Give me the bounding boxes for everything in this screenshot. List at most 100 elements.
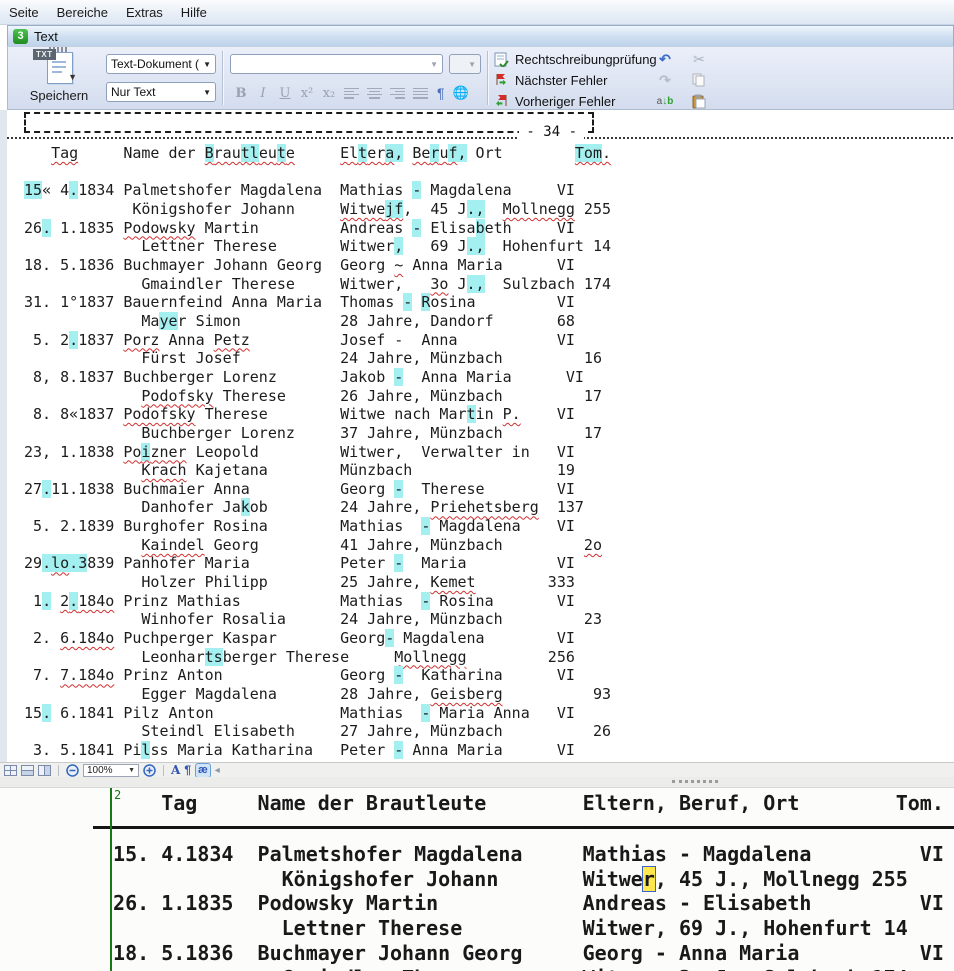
save-button[interactable]: TXT ▼ Speichern	[14, 49, 104, 107]
menu-seite[interactable]: Seite	[0, 2, 48, 23]
superscript-button[interactable]: x²	[296, 86, 318, 101]
pane-splitter[interactable]	[0, 777, 954, 788]
text-line: Podofsky Therese 26 Jahre, Münzbach 17	[24, 387, 954, 406]
text-line: 15. 6.1841 Pilz Anton Mathias - Maria An…	[24, 704, 954, 723]
page-break-frame: - 34 -	[24, 112, 594, 133]
font-properties-button[interactable]: A	[171, 763, 180, 777]
statusbar-separator	[163, 765, 164, 776]
replace-ab-icon[interactable]: a↓b	[656, 92, 674, 110]
text-line: Gmaindler Therese Witwer, 3o J., Sulzbac…	[24, 275, 954, 294]
text-line	[24, 163, 954, 182]
save-format-select[interactable]: Text-Dokument (▼	[106, 54, 216, 74]
source-image-pane[interactable]: Tag Name der Brautleute Eltern, Beruf, O…	[0, 788, 954, 971]
zone-number: 2	[114, 788, 121, 802]
next-error-button[interactable]: Nächster Fehler	[493, 70, 607, 91]
align-justify-icon[interactable]	[413, 88, 428, 99]
text-line: Königshofer Johann Witwer, 45 J., Mollne…	[101, 867, 944, 892]
text-editor-area[interactable]: - 34 - Tag Name der Brautleute Eltera, B…	[0, 110, 954, 762]
chevron-down-icon: ▼	[128, 767, 135, 774]
splitter-grip-icon	[672, 780, 718, 783]
formatting-marks-icon[interactable]: ¶	[437, 85, 445, 101]
subscript-button[interactable]: x₂	[318, 86, 340, 101]
editor-status-bar: 100%▼ A ¶ æ ◂	[0, 762, 954, 777]
zoom-in-button[interactable]	[143, 764, 156, 777]
previous-error-flag-icon	[493, 94, 509, 110]
spellcheck-icon	[493, 52, 509, 68]
italic-button[interactable]: I	[252, 86, 274, 101]
text-line: Egger Magdalena 28 Jahre, Geisberg 93	[24, 685, 954, 704]
text-line: 2. 6.184o Puchperger Kaspar Georg- Magda…	[24, 629, 954, 648]
previous-error-button[interactable]: Vorheriger Fehler	[493, 91, 615, 112]
format-buttons-row: B I U x² x₂ ¶ 🌐	[230, 85, 472, 101]
scan-text-lines: 15. 4.1834 Palmetshofer Magdalena Mathia…	[0, 842, 944, 971]
save-button-label: Speichern	[14, 88, 104, 103]
text-line: Steindl Elisabeth 27 Jahre, Münzbach 26	[24, 722, 954, 741]
menu-bereiche[interactable]: Bereiche	[48, 2, 117, 23]
text-line: Lettner Therese Witwer, 69 J., Hohenfurt…	[101, 916, 944, 941]
menu-hilfe[interactable]: Hilfe	[172, 2, 216, 23]
panel-number-badge: 3	[13, 29, 28, 44]
chevron-down-icon: ▼	[203, 60, 211, 69]
text-line: 5. 2.1839 Burghofer Rosina Mathias - Mag…	[24, 517, 954, 536]
layout-grid-icon[interactable]	[4, 764, 17, 777]
scan-header-rule	[93, 826, 954, 829]
chevron-down-icon: ▼	[468, 60, 476, 69]
layout-columns-icon[interactable]	[38, 764, 51, 777]
text-line: Danhofer Jakob 24 Jahre, Priehetsberg 13…	[24, 498, 954, 517]
spellcheck-button[interactable]: Rechtschreibungprüfung	[493, 49, 657, 70]
menu-bar: Seite Bereiche Extras Hilfe	[0, 0, 954, 25]
text-line: Winhofer Rosalia 24 Jahre, Münzbach 23	[24, 610, 954, 629]
paste-icon[interactable]	[690, 92, 708, 110]
save-dropdown-caret[interactable]: ▼	[68, 72, 77, 82]
text-line: 23, 1.1838 Poizner Leopold Witwer, Verwa…	[24, 443, 954, 462]
underline-button[interactable]: U	[274, 86, 296, 101]
text-toolbar: TXT ▼ Speichern Text-Dokument (▼ Nur Tex…	[7, 46, 954, 110]
hyperlink-globe-icon[interactable]: 🌐	[453, 85, 469, 101]
align-center-icon[interactable]	[367, 88, 382, 99]
text-line: 18. 5.1836 Buchmayer Johann Georg Georg …	[101, 941, 944, 966]
text-mode-select[interactable]: Nur Text▼	[106, 82, 216, 102]
chevron-down-icon: ▼	[430, 60, 438, 69]
font-size-select[interactable]: ▼	[449, 54, 481, 74]
toolbar-separator	[222, 51, 223, 105]
text-line: Kaindel Georg 41 Jahre, Münzbach 2o	[24, 536, 954, 555]
text-line: Königshofer Johann Witwejf, 45 J., Molln…	[24, 200, 954, 219]
text-line: 26. 1.1835 Podowsky Martin Andreas - Eli…	[101, 891, 944, 916]
text-panel-titlebar: 3 Text	[7, 25, 954, 46]
zoom-level-select[interactable]: 100%▼	[83, 764, 139, 777]
align-right-icon[interactable]	[390, 88, 405, 99]
font-name-select[interactable]: ▼	[230, 54, 443, 74]
text-line: 18. 5.1836 Buchmayer Johann Georg Georg …	[24, 256, 954, 275]
text-line: 15. 4.1834 Palmetshofer Magdalena Mathia…	[101, 842, 944, 867]
copy-icon[interactable]	[690, 71, 708, 89]
text-line: Holzer Philipp 25 Jahre, Kemet 333	[24, 573, 954, 592]
text-line: Lettner Therese Witwer, 69 J., Hohenfurt…	[24, 237, 954, 256]
scroll-left-arrow[interactable]: ◂	[215, 765, 220, 776]
text-line: Fürst Josef 24 Jahre, Münzbach 16	[24, 349, 954, 368]
text-line: Buchberger Lorenz 37 Jahre, Münzbach 17	[24, 424, 954, 443]
text-line: 8, 8.1837 Buchberger Lorenz Jakob - Anna…	[24, 368, 954, 387]
panel-title: Text	[34, 29, 58, 44]
text-line: Krach Kajetana Münzbach 19	[24, 461, 954, 480]
statusbar-separator	[58, 765, 59, 776]
formatting-marks-button[interactable]: ¶	[184, 763, 191, 777]
layout-rows-icon[interactable]	[21, 764, 34, 777]
align-left-icon[interactable]	[344, 88, 359, 99]
text-line: 26. 1.1835 Podowsky Martin Andreas - Eli…	[24, 219, 954, 238]
uncertain-characters-toggle[interactable]: æ	[195, 763, 211, 778]
text-line: Tag Name der Brautleute Eltern, Beruf, O…	[101, 791, 944, 816]
undo-button[interactable]: ↶	[656, 50, 674, 68]
save-txt-icon: TXT ▼	[39, 50, 79, 84]
text-line: Mayer Simon 28 Jahre, Dandorf 68	[24, 312, 954, 331]
text-line: 27.11.1838 Buchmaier Anna Georg - Theres…	[24, 480, 954, 499]
text-line: 31. 1°1837 Bauernfeind Anna Maria Thomas…	[24, 293, 954, 312]
menu-extras[interactable]: Extras	[117, 2, 172, 23]
cut-icon[interactable]: ✂	[690, 50, 708, 68]
text-line: 7. 7.184o Prinz Anton Georg - Katharina …	[24, 666, 954, 685]
ocr-text-lines[interactable]: Tag Name der Brautleute Eltera, Beruf, O…	[7, 144, 954, 760]
bold-button[interactable]: B	[230, 86, 252, 101]
text-line: 15« 4.1834 Palmetshofer Magdalena Mathia…	[24, 181, 954, 200]
redo-button[interactable]: ↷	[656, 71, 674, 89]
zone-boundary-line	[110, 788, 112, 971]
zoom-out-button[interactable]	[66, 764, 79, 777]
